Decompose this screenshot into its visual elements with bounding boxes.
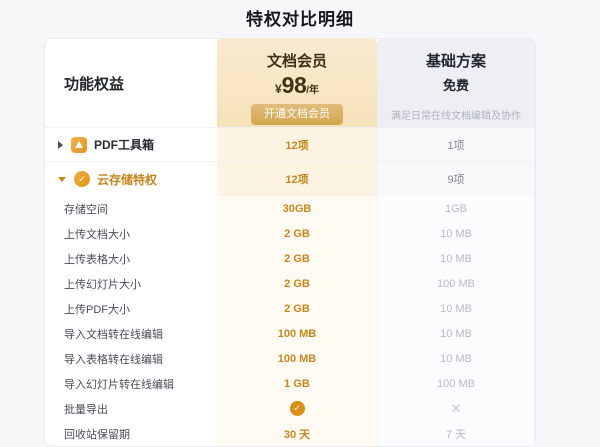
membership-compare-page: { "page": { "title": "特权对比明细" }, "table"… — [0, 0, 600, 441]
pdf-toolbox-icon — [71, 137, 87, 153]
basic-value: 10 MB — [377, 221, 535, 246]
member-value: 30 天 — [217, 421, 377, 446]
group-label: 云存储特权 — [97, 171, 157, 188]
cloud-check-icon: ✓ — [74, 171, 90, 187]
basic-value: 1GB — [377, 196, 535, 221]
plan-basic-header: 基础方案 免费 满足日常在线文档编辑及协作 — [377, 38, 535, 127]
feature-row: 上传表格大小 2 GB 10 MB — [45, 246, 535, 271]
open-member-button[interactable]: 开通文档会员 — [251, 104, 343, 125]
feature-row: 批量导出 ✓ ✕ — [45, 396, 535, 421]
row-label: 导入幻灯片转在线编辑 — [45, 371, 217, 396]
row-label: 上传文档大小 — [45, 221, 217, 246]
member-value: 12项 — [217, 128, 377, 161]
caret-down-icon[interactable] — [58, 177, 66, 182]
basic-value: 10 MB — [377, 246, 535, 271]
row-label: 上传表格大小 — [45, 246, 217, 271]
plan-member-header: 文档会员 ¥ 98 /年 开通文档会员 — [217, 38, 377, 127]
member-value: 30GB — [217, 196, 377, 221]
feature-row: 回收站保留期 30 天 7 天 — [45, 421, 535, 446]
member-value: 12项 — [217, 162, 377, 196]
cross-icon: ✕ — [451, 402, 462, 415]
row-label: 导入表格转在线编辑 — [45, 346, 217, 371]
feature-row: 存储空间 30GB 1GB — [45, 196, 535, 221]
row-label: 回收站保留期 — [45, 421, 217, 446]
group-row-pdf-toolbox[interactable]: PDF工具箱 12项 1项 — [45, 128, 535, 162]
basic-value: ✕ — [377, 396, 535, 421]
basic-value: 10 MB — [377, 346, 535, 371]
basic-value: 100 MB — [377, 271, 535, 296]
plan-basic-desc: 满足日常在线文档编辑及协作 — [391, 107, 521, 122]
feature-header-label: 功能权益 — [64, 73, 124, 94]
member-value: 1 GB — [217, 371, 377, 396]
group-pdf-label-cell: PDF工具箱 — [45, 128, 217, 161]
plan-member-name: 文档会员 — [267, 50, 327, 71]
comparison-table: 功能权益 文档会员 ¥ 98 /年 开通文档会员 基础方案 免费 满足日常在线文… — [44, 38, 536, 447]
member-value: 2 GB — [217, 221, 377, 246]
feature-row: 导入幻灯片转在线编辑 1 GB 100 MB — [45, 371, 535, 396]
row-label: 上传PDF大小 — [45, 296, 217, 321]
page-title: 特权对比明细 — [0, 0, 600, 30]
feature-row: 上传文档大小 2 GB 10 MB — [45, 221, 535, 246]
row-label: 批量导出 — [45, 396, 217, 421]
check-icon: ✓ — [290, 401, 305, 416]
member-value: 2 GB — [217, 246, 377, 271]
member-value: ✓ — [217, 396, 377, 421]
basic-value: 10 MB — [377, 321, 535, 346]
member-value: 2 GB — [217, 296, 377, 321]
group-label: PDF工具箱 — [94, 136, 154, 153]
plan-basic-free-label: 免费 — [443, 75, 469, 94]
group-row-cloud-storage[interactable]: ✓ 云存储特权 12项 9项 — [45, 162, 535, 196]
group-cloud-label-cell: ✓ 云存储特权 — [45, 162, 217, 196]
member-value: 2 GB — [217, 271, 377, 296]
plan-member-price: ¥ 98 /年 — [275, 72, 319, 99]
basic-value: 10 MB — [377, 296, 535, 321]
feature-rows: 存储空间 30GB 1GB 上传文档大小 2 GB 10 MB 上传表格大小 2… — [45, 196, 535, 446]
feature-row: 导入表格转在线编辑 100 MB 10 MB — [45, 346, 535, 371]
price-currency: ¥ — [275, 82, 282, 96]
member-value: 100 MB — [217, 346, 377, 371]
row-label: 存储空间 — [45, 196, 217, 221]
feature-row: 导入文档转在线编辑 100 MB 10 MB — [45, 321, 535, 346]
caret-right-icon[interactable] — [58, 141, 63, 149]
price-per: /年 — [306, 81, 319, 96]
plan-basic-name: 基础方案 — [426, 50, 486, 71]
basic-value: 1项 — [377, 128, 535, 161]
feature-header-cell: 功能权益 — [45, 39, 217, 127]
row-label: 导入文档转在线编辑 — [45, 321, 217, 346]
price-amount: 98 — [282, 72, 307, 99]
row-label: 上传幻灯片大小 — [45, 271, 217, 296]
feature-row: 上传PDF大小 2 GB 10 MB — [45, 296, 535, 321]
basic-value: 7 天 — [377, 421, 535, 446]
feature-row: 上传幻灯片大小 2 GB 100 MB — [45, 271, 535, 296]
table-header-row: 功能权益 文档会员 ¥ 98 /年 开通文档会员 基础方案 免费 满足日常在线文… — [45, 39, 535, 128]
member-value: 100 MB — [217, 321, 377, 346]
basic-value: 100 MB — [377, 371, 535, 396]
basic-value: 9项 — [377, 162, 535, 196]
